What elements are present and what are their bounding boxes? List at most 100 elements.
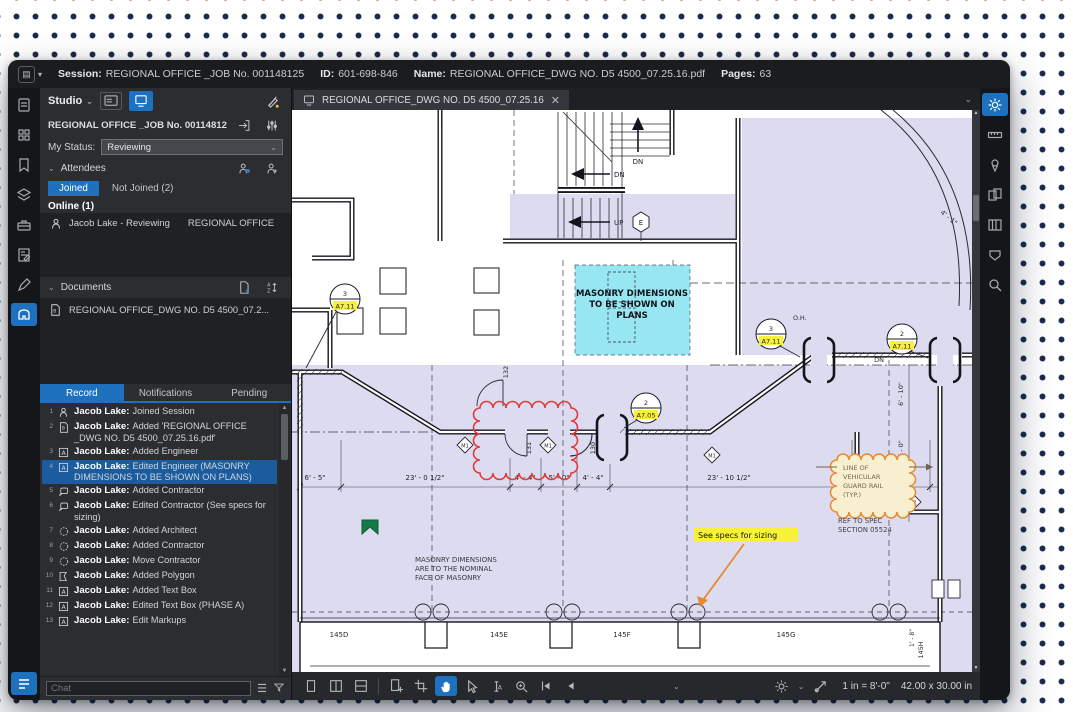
brightness-icon[interactable]: [771, 676, 793, 696]
record-entry[interactable]: 13AJacob Lake:Edit Markups: [42, 614, 277, 629]
tab-list-chevron-icon[interactable]: ⌄: [964, 94, 972, 105]
zoom-tool-icon[interactable]: [510, 676, 532, 696]
select-text-icon[interactable]: A: [485, 676, 507, 696]
tab-joined[interactable]: Joined: [48, 181, 99, 196]
record-entry-selected[interactable]: 4AJacob Lake:Edited Engineer (MASONRY DI…: [42, 460, 277, 485]
split-vertical-icon[interactable]: [325, 676, 347, 696]
my-status-select[interactable]: Reviewing⌄: [101, 139, 283, 155]
sort-az-icon[interactable]: AZ: [261, 279, 283, 297]
split-horizontal-icon[interactable]: [350, 676, 372, 696]
bookmarks-icon[interactable]: [11, 153, 37, 176]
chat-input[interactable]: [46, 681, 251, 696]
file-name-value: REGIONAL OFFICE_DWG NO. D5 4500_07.25.16…: [450, 68, 705, 80]
scroll-up-icon[interactable]: ▲: [282, 404, 288, 412]
scroll-thumb[interactable]: [973, 195, 979, 221]
record-entry[interactable]: 2BJacob Lake:Added 'REGIONAL OFFICE _DWG…: [42, 420, 277, 445]
file-access-icon[interactable]: [11, 93, 37, 116]
entry-action: Added Engineer: [132, 446, 198, 456]
tab-not-joined[interactable]: Not Joined (2): [101, 181, 185, 196]
my-status-value: Reviewing: [107, 142, 151, 153]
compare-icon[interactable]: [982, 183, 1008, 206]
sets-icon[interactable]: [982, 213, 1008, 236]
compass-icon[interactable]: [809, 676, 831, 696]
scroll-up-icon[interactable]: ▲: [974, 110, 979, 117]
toolbar-overflow-chevron-icon[interactable]: ⌄: [673, 682, 680, 691]
markups-list-icon[interactable]: [11, 243, 37, 266]
collapse-icon[interactable]: ⌄: [48, 283, 55, 292]
collapse-icon[interactable]: ⌄: [48, 164, 55, 173]
panel-title-dropdown[interactable]: Studio⌄: [48, 95, 93, 107]
tab-record[interactable]: Record: [40, 384, 124, 401]
masonry-highlight-markup[interactable]: MASONRY DIMENSIONS TO BE SHOWN ON PLANS: [575, 265, 690, 355]
record-entry[interactable]: 6Jacob Lake:Edited Contractor (See specs…: [42, 499, 277, 524]
studio-icon[interactable]: [11, 303, 37, 326]
file-name-label: Name:: [414, 68, 446, 80]
grid-label: 145F: [613, 631, 630, 639]
single-page-icon[interactable]: [300, 676, 322, 696]
session-settings-icon[interactable]: [261, 116, 283, 134]
entry-number: 5: [44, 485, 53, 494]
settings-icon[interactable]: [982, 93, 1008, 116]
record-entry[interactable]: 12AJacob Lake:Edited Text Box (PHASE A): [42, 599, 277, 614]
search-icon[interactable]: [982, 273, 1008, 296]
scroll-thumb[interactable]: [281, 414, 288, 460]
select-tool-icon[interactable]: [460, 676, 482, 696]
drawing-canvas[interactable]: MASONRY DIMENSIONS TO BE SHOWN ON PLANS …: [292, 110, 972, 672]
entry-user: Jacob Lake:: [74, 446, 129, 457]
studio-sessions-icon[interactable]: [129, 91, 153, 111]
previous-page-icon[interactable]: [560, 676, 582, 696]
session-title: REGIONAL OFFICE _JOB No. 001148125 - 601…: [48, 120, 227, 131]
chevron-down-icon[interactable]: ⌄: [798, 682, 805, 691]
record-entry[interactable]: 7Jacob Lake:Added Architect: [42, 524, 277, 539]
attendee-icon: [56, 406, 71, 419]
first-page-icon[interactable]: [535, 676, 557, 696]
attendee-row[interactable]: Jacob Lake - Reviewing REGIONAL OFFICE: [40, 213, 291, 234]
record-entry[interactable]: 10Jacob Lake:Added Polygon: [42, 569, 277, 584]
app-menu-button[interactable]: ▤ ▾: [18, 66, 42, 83]
document-row[interactable]: B REGIONAL OFFICE_DWG NO. D5 4500_07.2..…: [40, 298, 291, 321]
filter-icon[interactable]: [273, 682, 285, 696]
session-doc-icon: [303, 95, 315, 106]
snapshot-icon[interactable]: [410, 676, 432, 696]
insert-page-icon[interactable]: [385, 676, 407, 696]
stamp-icon[interactable]: [982, 243, 1008, 266]
leave-session-icon[interactable]: [233, 116, 255, 134]
entry-action: Edited Text Box (PHASE A): [132, 600, 244, 610]
measurements-icon[interactable]: [982, 123, 1008, 146]
document-tab-label: REGIONAL OFFICE_DWG NO. D5 4500_07.25.16: [322, 95, 544, 106]
record-scrollbar[interactable]: ▲▼: [279, 403, 290, 676]
record-entry[interactable]: 9Jacob Lake:Move Contractor: [42, 554, 277, 569]
invite-attendee-icon[interactable]: [261, 160, 283, 178]
studio-projects-icon[interactable]: [100, 92, 122, 110]
scale-indicator[interactable]: 1 in = 8'-0": [842, 681, 889, 692]
record-entry[interactable]: 5Jacob Lake:Added Contractor: [42, 484, 277, 499]
entry-number: 2: [44, 421, 53, 430]
entry-number: 12: [44, 600, 53, 609]
drawing-area[interactable]: MASONRY DIMENSIONS TO BE SHOWN ON PLANS …: [292, 110, 980, 672]
record-entry[interactable]: 3AJacob Lake:Added Engineer: [42, 445, 277, 460]
document-tab[interactable]: REGIONAL OFFICE_DWG NO. D5 4500_07.25.16…: [294, 90, 569, 110]
close-icon[interactable]: ✕: [551, 94, 560, 107]
scroll-down-icon[interactable]: ▼: [282, 667, 288, 675]
record-entry[interactable]: 8Jacob Lake:Added Contractor: [42, 539, 277, 554]
markup-list-toggle-icon[interactable]: [11, 672, 37, 695]
tool-chest-icon[interactable]: [11, 213, 37, 236]
list-view-icon[interactable]: ☰: [257, 682, 267, 695]
thumbnails-icon[interactable]: [11, 123, 37, 146]
signatures-icon[interactable]: [11, 273, 37, 296]
columns: [337, 268, 499, 335]
svg-text:Z: Z: [267, 288, 271, 294]
scroll-down-icon[interactable]: ▼: [974, 665, 979, 672]
dimension-text: 23' - 0 1/2": [406, 474, 445, 482]
spaces-icon[interactable]: [982, 153, 1008, 176]
add-document-icon[interactable]: [233, 279, 255, 297]
record-entry[interactable]: 11AJacob Lake:Added Text Box: [42, 584, 277, 599]
permissions-icon[interactable]: [233, 160, 255, 178]
drawing-vertical-scrollbar[interactable]: ▲ ▼: [972, 110, 980, 672]
layers-icon[interactable]: [11, 183, 37, 206]
tab-pending[interactable]: Pending: [207, 384, 291, 401]
pan-tool-icon[interactable]: [435, 676, 457, 696]
pen-sync-icon[interactable]: [261, 92, 283, 110]
tab-notifications[interactable]: Notifications: [124, 384, 208, 401]
record-entry[interactable]: 1Jacob Lake:Joined Session: [42, 405, 277, 420]
